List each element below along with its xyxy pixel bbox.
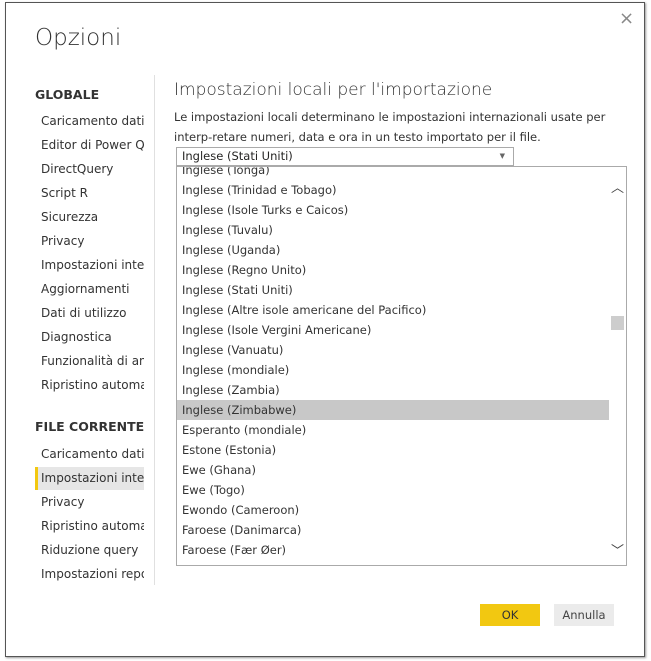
sidebar-item-global[interactable]: Caricamento dati (35, 110, 144, 133)
sidebar-item-file[interactable]: Ripristino automati (35, 515, 144, 538)
locale-option[interactable]: Faroese (Fær Øer) (177, 540, 609, 560)
section-description: Le impostazioni locali determinano le im… (174, 110, 606, 144)
sidebar-item-global[interactable]: Privacy (35, 230, 144, 253)
locale-select[interactable]: Inglese (Stati Uniti) ▼ (176, 147, 514, 166)
sidebar-item-file[interactable]: Impostazioni intern (35, 467, 144, 490)
locale-option[interactable]: Inglese (Isole Vergini Americane) (177, 320, 609, 340)
locale-option[interactable]: Ewondo (Cameroon) (177, 500, 609, 520)
sidebar-item-global[interactable]: DirectQuery (35, 158, 144, 181)
sidebar-item-file[interactable]: Privacy (35, 491, 144, 514)
sidebar-item-global[interactable]: Editor di Power Qu (35, 134, 144, 157)
sidebar-item-global[interactable]: Aggiornamenti (35, 278, 144, 301)
sidebar-item-global[interactable]: Funzionalità di ante (35, 350, 144, 373)
locale-option[interactable]: Inglese (Vanuatu) (177, 340, 609, 360)
current-file-section-header: FILE CORRENTE (35, 419, 145, 434)
locale-option[interactable]: Inglese (Tonga) (177, 167, 609, 180)
ok-button[interactable]: OK (480, 604, 540, 626)
locale-option[interactable]: Inglese (Isole Turks e Caicos) (177, 200, 609, 220)
sidebar-item-global[interactable]: Ripristino automati (35, 374, 144, 397)
locale-option[interactable]: Ewe (Ghana) (177, 460, 609, 480)
locale-option[interactable]: Inglese (Trinidad e Tobago) (177, 180, 609, 200)
locale-option[interactable]: Inglese (mondiale) (177, 360, 609, 380)
sidebar-item-file[interactable]: Caricamento dati (35, 443, 144, 466)
sidebar-item-global[interactable]: Dati di utilizzo (35, 302, 144, 325)
dropdown-arrow-icon: ▼ (499, 152, 505, 160)
locale-option[interactable]: Estone (Estonia) (177, 440, 609, 460)
locale-option[interactable]: Faroese (Danimarca) (177, 520, 609, 540)
sidebar-item-file[interactable]: Impostazioni repor (35, 563, 144, 586)
sidebar-item-global[interactable]: Impostazioni intern (35, 254, 144, 277)
scroll-up-icon[interactable]: ︿ (611, 177, 624, 196)
locale-option[interactable]: Inglese (Altre isole americane del Pacif… (177, 300, 609, 320)
locale-option[interactable]: Inglese (Tuvalu) (177, 220, 609, 240)
sidebar-item-file[interactable]: Riduzione query (35, 539, 144, 562)
scroll-down-icon[interactable]: ﹀ (611, 540, 624, 559)
locale-option[interactable]: Inglese (Stati Uniti) (177, 280, 609, 300)
sidebar-item-global[interactable]: Script R (35, 182, 144, 205)
close-icon[interactable]: × (619, 8, 634, 29)
sidebar-item-global[interactable]: Sicurezza (35, 206, 144, 229)
locale-option[interactable]: Ewe (Togo) (177, 480, 609, 500)
scrollbar-thumb[interactable] (611, 316, 624, 330)
locale-option[interactable]: Esperanto (mondiale) (177, 420, 609, 440)
locale-select-value: Inglese (Stati Uniti) (182, 149, 293, 163)
locale-options-list[interactable]: ︿ ﹀ Inglese (Tonga) Inglese (Trinidad e T… (176, 166, 627, 566)
locale-option[interactable]: Inglese (Regno Unito) (177, 260, 609, 280)
sidebar-divider (154, 75, 155, 585)
locale-option[interactable]: Inglese (Zimbabwe) (177, 400, 609, 420)
locale-option[interactable]: Inglese (Uganda) (177, 240, 609, 260)
locale-option[interactable]: Inglese (Zambia) (177, 380, 609, 400)
cancel-button[interactable]: Annulla (554, 604, 614, 626)
sidebar-item-global[interactable]: Diagnostica (35, 326, 144, 349)
section-heading: Impostazioni locali per l'importazione (174, 80, 493, 100)
global-section-header: GLOBALE (35, 87, 100, 102)
scrollbar[interactable]: ︿ ﹀ (609, 167, 626, 565)
dialog-title: Opzioni (35, 25, 122, 51)
